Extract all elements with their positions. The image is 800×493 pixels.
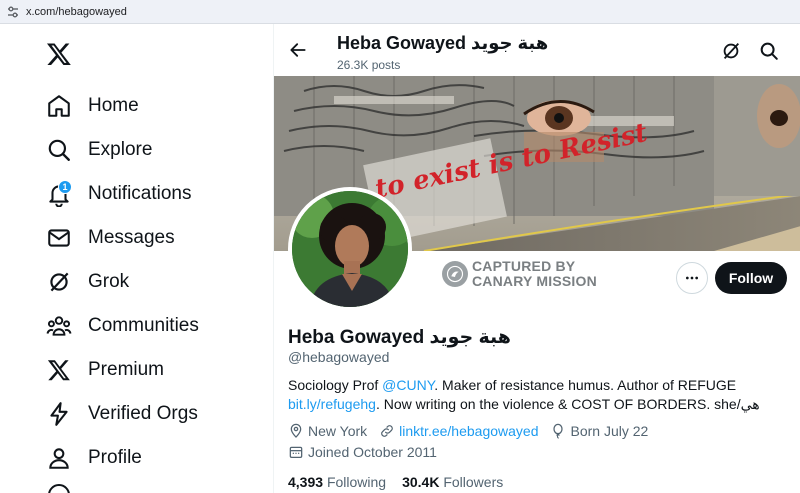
lightning-icon [44, 399, 74, 429]
canary-seal-icon [442, 261, 468, 287]
grok-icon[interactable] [720, 40, 744, 64]
bio-url-link[interactable]: bit.ly/refugehg [288, 396, 376, 412]
joined-item: Joined October 2011 [288, 444, 437, 460]
home-icon [44, 91, 74, 121]
sidebar-item-notifications[interactable]: 1 Notifications [44, 176, 192, 212]
calendar-icon [289, 446, 303, 458]
sidebar-item-explore[interactable]: Explore [44, 132, 152, 168]
sidebar-item-label: Profile [88, 447, 142, 468]
sidebar-item-label: Home [88, 95, 139, 116]
sidebar-item-label: Explore [88, 139, 153, 160]
link-icon [381, 425, 394, 437]
profile-meta-row: New York linktr.ee/hebagowayed Born July… [288, 423, 660, 439]
x-premium-icon [44, 355, 74, 385]
header-display-name: Heba Gowayed هبة جويد [337, 33, 549, 53]
website-link[interactable]: linktr.ee/hebagowayed [399, 423, 538, 439]
notification-badge: 1 [58, 180, 72, 194]
joined-text: Joined October 2011 [308, 444, 437, 460]
profile-handle: @hebagowayed [288, 349, 390, 365]
sidebar-item-premium[interactable]: Premium [44, 352, 164, 388]
envelope-icon [44, 223, 74, 253]
following-count: 4,393 [288, 474, 324, 490]
sidebar-item-label: Grok [88, 271, 130, 292]
profile-display-name: Heba Gowayed هبة جويد [288, 327, 511, 348]
bell-icon: 1 [44, 179, 74, 209]
stamp-line-1: CAPTURED BY [472, 258, 576, 274]
profile-header-bar: Heba Gowayed هبة جويد 26.3K posts [274, 24, 800, 76]
follow-stats: 4,393 Following 30.4K Followers [288, 474, 519, 490]
sidebar-item-communities[interactable]: Communities [44, 308, 199, 344]
sidebar-item-grok[interactable]: Grok [44, 264, 129, 300]
profile-avatar[interactable] [288, 187, 412, 311]
followers-count: 30.4K [402, 474, 440, 490]
following-label: Following [326, 474, 387, 490]
location-pin-icon [290, 423, 302, 438]
profile-main-column: Heba Gowayed هبة جويد 26.3K posts to exi… [273, 24, 800, 493]
birthday-text: Born July 22 [570, 423, 649, 439]
sidebar-item-label: Verified Orgs [88, 403, 198, 424]
sidebar-item-label: Messages [88, 227, 175, 248]
sidebar-item-messages[interactable]: Messages [44, 220, 175, 256]
location-item: New York [288, 423, 367, 439]
canary-mission-stamp: CAPTURED BY CANARY MISSION [442, 259, 597, 289]
grok-icon [44, 267, 74, 297]
bio-text: . Now writing on the violence & COST OF … [375, 396, 760, 412]
followers-stat[interactable]: 30.4K Followers [402, 474, 503, 490]
person-icon [44, 443, 74, 473]
bio-text: . Maker of resistance humus. Author of R… [434, 377, 737, 393]
site-settings-icon[interactable] [6, 5, 20, 19]
more-menu-icon[interactable] [48, 484, 70, 493]
sidebar-item-label: Premium [88, 359, 165, 380]
communities-icon [44, 311, 74, 341]
sidebar: Home Explore 1 Notifications Messages Gr… [0, 24, 273, 493]
url-text[interactable]: x.com/hebagowayed [26, 6, 127, 18]
follow-button[interactable]: Follow [715, 262, 787, 294]
sidebar-item-verified-orgs[interactable]: Verified Orgs [44, 396, 198, 432]
profile-bio: Sociology Prof @CUNY. Maker of resistanc… [288, 376, 788, 414]
ellipsis-icon [686, 276, 698, 280]
joined-row: Joined October 2011 [288, 444, 449, 460]
bio-mention-link[interactable]: @CUNY [382, 377, 434, 393]
sidebar-item-label: Communities [88, 315, 199, 336]
more-options-button[interactable] [676, 262, 708, 294]
birthday-item: Born July 22 [550, 423, 648, 439]
search-icon [44, 135, 74, 165]
x-logo-icon[interactable] [46, 41, 72, 67]
location-text: New York [308, 423, 368, 439]
sidebar-item-profile[interactable]: Profile [44, 440, 142, 476]
search-icon[interactable] [758, 40, 782, 64]
sidebar-item-label: Notifications [88, 183, 192, 204]
header-post-count: 26.3K posts [337, 58, 401, 72]
stamp-line-2: CANARY MISSION [472, 273, 597, 289]
sidebar-item-home[interactable]: Home [44, 88, 139, 124]
back-arrow-icon[interactable] [286, 38, 310, 62]
browser-url-bar[interactable]: x.com/hebagowayed [0, 0, 800, 24]
following-stat[interactable]: 4,393 Following [288, 474, 386, 490]
balloon-icon [553, 423, 564, 439]
followers-label: Followers [443, 474, 504, 490]
website-item[interactable]: linktr.ee/hebagowayed [379, 423, 538, 439]
bio-text: Sociology Prof [288, 377, 383, 393]
